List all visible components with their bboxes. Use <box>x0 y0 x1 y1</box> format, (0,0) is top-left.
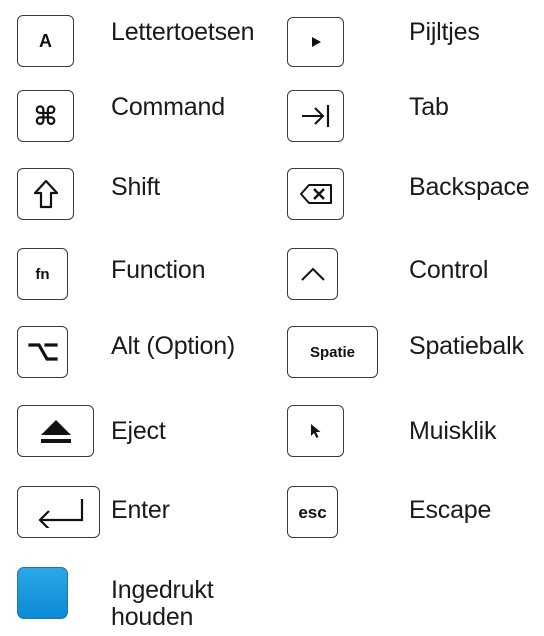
legend-label-command: Command <box>111 93 225 121</box>
tab-key <box>287 90 344 142</box>
mouse-click-key <box>287 405 344 457</box>
legend-label-shift: Shift <box>111 173 161 201</box>
tab-icon <box>301 105 329 127</box>
legend-label-press-and-hold: Ingedrukt houden <box>111 576 214 631</box>
mouse-pointer-icon <box>310 424 320 438</box>
shift-icon <box>33 179 58 209</box>
legend-label-enter: Enter <box>111 496 170 524</box>
eject-icon <box>40 420 71 443</box>
legend-label-backspace: Backspace <box>409 173 530 201</box>
option-icon <box>27 343 58 361</box>
return-icon <box>37 499 83 528</box>
arrow-key <box>287 17 344 67</box>
shift-key <box>17 168 74 220</box>
legend-label-eject: Eject <box>111 417 166 445</box>
keyboard-legend: A Lettertoetsen ⌘ Command Shift fn Funct… <box>0 0 544 636</box>
esc-key-glyph: esc <box>298 502 327 522</box>
backspace-key <box>287 168 344 220</box>
letter-key-glyph: A <box>39 31 52 51</box>
legend-label-function: Function <box>111 256 206 284</box>
legend-label-alt-option: Alt (Option) <box>111 332 236 360</box>
command-key: ⌘ <box>17 90 74 142</box>
enter-key <box>17 486 100 538</box>
eject-key <box>17 405 94 457</box>
legend-label-escape: Escape <box>409 496 492 524</box>
control-key <box>287 248 338 300</box>
option-key <box>17 326 68 378</box>
backspace-icon <box>299 184 332 204</box>
space-key: Spatie <box>287 326 378 378</box>
legend-label-arrows: Pijltjes <box>409 18 480 46</box>
letter-key: A <box>17 15 74 67</box>
legend-label-letter-keys: Lettertoetsen <box>111 18 255 46</box>
held-key <box>17 567 68 619</box>
arrow-right-icon <box>311 37 321 47</box>
function-key: fn <box>17 248 68 300</box>
fn-key-glyph: fn <box>35 265 50 283</box>
legend-label-control: Control <box>409 256 489 284</box>
command-icon: ⌘ <box>33 101 58 131</box>
caret-up-icon <box>300 267 325 281</box>
escape-key: esc <box>287 486 338 538</box>
legend-label-spacebar: Spatiebalk <box>409 332 524 360</box>
legend-label-tab: Tab <box>409 93 449 121</box>
space-key-glyph: Spatie <box>309 343 355 361</box>
legend-label-mouse-click: Muisklik <box>409 417 497 445</box>
